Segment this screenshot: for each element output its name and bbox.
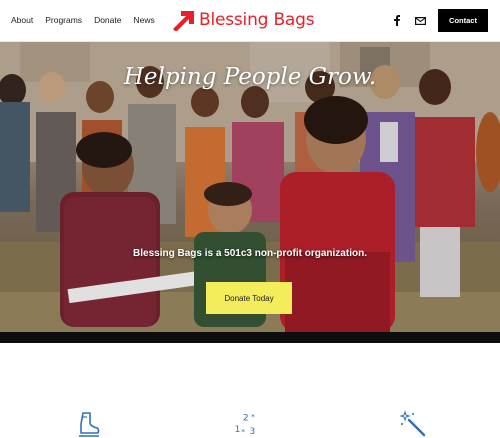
svg-text:*: *: [251, 412, 255, 421]
site-header: About Programs Donate News Blessing Bags…: [0, 0, 500, 42]
magic-wand-icon: [399, 410, 427, 438]
nav-programs[interactable]: Programs: [45, 15, 82, 25]
numbers-icon: 2 * 1 * 3: [233, 410, 261, 438]
svg-text:3: 3: [249, 427, 255, 437]
hero-section: Helping People Grow. Blessing Bags is a …: [0, 42, 500, 332]
hero-subtitle: Blessing Bags is a 501c3 non-profit orga…: [133, 248, 367, 259]
nav-donate[interactable]: Donate: [94, 15, 121, 25]
svg-text:*: *: [241, 427, 245, 436]
hero-bottom-bar: [0, 332, 500, 343]
arrow-logo-icon: [173, 11, 194, 31]
nav-about[interactable]: About: [11, 15, 33, 25]
donate-today-button[interactable]: Donate Today: [206, 282, 292, 314]
boot-icon: [74, 410, 102, 438]
contact-button[interactable]: Contact: [438, 9, 488, 32]
brand-logo[interactable]: Blessing Bags: [170, 9, 315, 31]
svg-text:2: 2: [243, 414, 249, 424]
hero-title: Helping People Grow.: [123, 64, 377, 90]
facebook-icon[interactable]: [392, 14, 402, 27]
brand-name: Blessing Bags: [199, 10, 315, 30]
nav-news[interactable]: News: [133, 15, 154, 25]
main-nav: About Programs Donate News: [11, 15, 167, 25]
mail-icon[interactable]: [414, 14, 426, 27]
svg-text:1: 1: [235, 425, 241, 435]
